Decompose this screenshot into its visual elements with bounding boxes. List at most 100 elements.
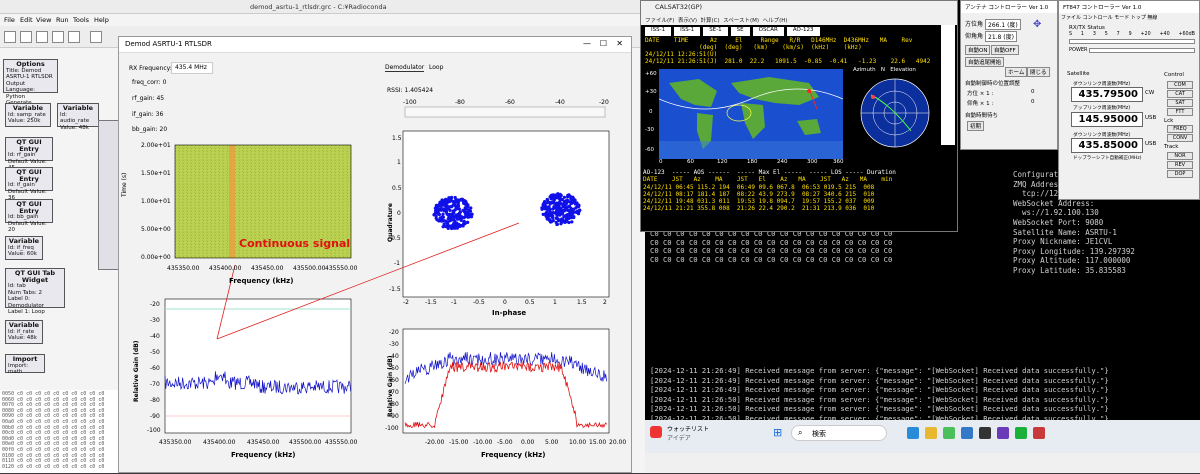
conv-lock-button[interactable]: CONV (1167, 134, 1193, 142)
outlook-icon[interactable] (961, 427, 973, 439)
menu-file[interactable]: File (4, 16, 15, 24)
third-frequency[interactable]: 435.85000 (1071, 138, 1143, 153)
map-xtick: 300 (807, 159, 818, 165)
taskbar-search-box[interactable]: ⌕ 検索 (791, 425, 887, 441)
app-icon[interactable] (997, 427, 1009, 439)
spec-ytick: -60 (150, 365, 160, 372)
constellation-point (445, 201, 449, 205)
sat-tab[interactable]: SE (730, 27, 750, 36)
third-mode: USB (1145, 141, 1157, 147)
block-import[interactable]: Import Import: math (5, 354, 45, 375)
calsat-menu-file[interactable]: ファイル(F) (645, 18, 674, 24)
block-entry-bb-gain[interactable]: QT GUI Entry Id: bb_gain Default Value: … (5, 199, 53, 233)
log-line: [2024-12-11 21:26:49] Received message f… (650, 366, 1109, 375)
block-title: Variable (8, 237, 40, 245)
menu-tools[interactable]: Tools (73, 16, 89, 24)
ft847-menu[interactable]: ファイル (1061, 15, 1081, 21)
close-button[interactable]: 閉じる (1027, 67, 1050, 77)
sat-button[interactable]: SAT (1167, 99, 1193, 107)
auto-on-button[interactable]: 自動ON (965, 45, 991, 55)
constellation-point (562, 215, 566, 219)
ft847-menu[interactable]: モード (1114, 15, 1129, 21)
doppler-label: ドップラーシフト自動補正(MHz) (1073, 156, 1142, 161)
auto-off-button[interactable]: 自動OFF (991, 45, 1019, 55)
sat-tab[interactable]: AO-123 (786, 27, 820, 36)
pass-row[interactable]: 24/12/11 19:48 031.3 011 19:53 19.8 094.… (643, 198, 874, 205)
calsat-window: CALSAT32(GP) ファイル(F) 表示(V) 計算(C) スペースト(M… (640, 0, 958, 232)
constellation-point (459, 197, 463, 201)
calsat-title: CALSAT32(GP) (655, 3, 703, 11)
line-icon[interactable] (1015, 427, 1027, 439)
block-variable-if-freq[interactable]: Variable Id: if_freq Value: 60k (5, 236, 43, 260)
menu-help[interactable]: Help (94, 16, 109, 24)
dspec-xtick: 15.00 (589, 439, 607, 446)
block-variable-if-rate[interactable]: Variable Id: if_rate Value: 48k (5, 320, 43, 344)
nor-button[interactable]: NOR (1167, 152, 1193, 160)
constellation-point (437, 219, 441, 223)
home-button[interactable]: ホーム (1005, 67, 1028, 77)
rev-button[interactable]: REV (1167, 161, 1193, 169)
pass-row[interactable]: 24/12/11 21:21 355.8 008 21:26 22.4 290.… (643, 205, 874, 212)
ft847-menu[interactable]: コントロール (1083, 15, 1113, 21)
downlink-frequency[interactable]: 435.79500 (1071, 87, 1143, 102)
save-icon[interactable] (36, 31, 48, 43)
print-icon[interactable] (52, 31, 64, 43)
cat-button[interactable]: CAT (1167, 90, 1193, 98)
dspec-ytick: -90 (389, 413, 399, 420)
direction-arrows-icon[interactable]: ✥ (1033, 19, 1053, 45)
app-icon[interactable] (1033, 427, 1045, 439)
edge-icon[interactable] (907, 427, 919, 439)
watchlist-label[interactable]: ウォッチリスト (667, 424, 709, 433)
menu-view[interactable]: View (36, 16, 51, 24)
block-partial-hidden[interactable] (98, 120, 120, 270)
dop-button[interactable]: DOP (1167, 170, 1193, 178)
spec-ytick: -20 (150, 301, 160, 308)
menu-run[interactable]: Run (56, 16, 68, 24)
uplink-frequency[interactable]: 145.95000 (1071, 112, 1143, 127)
calsat-menu-view[interactable]: 表示(V) (678, 18, 697, 24)
dspec-ytick: -20 (389, 329, 399, 336)
meter-tick: +20 (1140, 32, 1151, 37)
weather-icon[interactable] (650, 426, 662, 438)
block-entry-rf-gain[interactable]: QT GUI Entry Id: rf_gain Default Value: … (5, 137, 53, 171)
constellation-point (465, 212, 469, 216)
constellation-point (447, 212, 451, 216)
explorer-icon[interactable] (925, 427, 937, 439)
block-variable-audio-rate[interactable]: Variable Id: audio_rate Value: 48k (57, 103, 99, 131)
calsat-menu-space[interactable]: スペースト(M) (723, 18, 759, 24)
calsat-menu-help[interactable]: ヘルプ(H) (763, 18, 788, 24)
freq-lock-button[interactable]: FREQ (1167, 125, 1193, 133)
com-button[interactable]: COM (1167, 81, 1193, 89)
el-value: 21.8 (度) (985, 31, 1017, 42)
terminal-icon[interactable] (979, 427, 991, 439)
az-adjust-value: 0 (1031, 89, 1035, 95)
open-icon[interactable] (20, 31, 32, 43)
wf-xtick: 435350.00 (167, 265, 200, 272)
block-variable-samp-rate[interactable]: Variable Id: samp_rate Value: 250k (5, 103, 51, 127)
block-tab-widget[interactable]: QT GUI Tab Widget Id: tab Num Tabs: 2 La… (5, 268, 65, 315)
block-options[interactable]: Options Title: Demod ASRTU-1 RTLSDR Outp… (3, 59, 58, 113)
sat-tab[interactable]: ISS-1 (674, 27, 701, 36)
windows-start-icon[interactable]: ⊞ (773, 426, 782, 439)
spec-ytick: -100 (147, 427, 161, 434)
pass-row[interactable]: 24/12/11 06:45 115.2 194 06:49 09.6 067.… (643, 184, 874, 191)
new-icon[interactable] (4, 31, 16, 43)
menu-edit[interactable]: Edit (20, 16, 33, 24)
block-entry-if-gain[interactable]: QT GUI Entry Id: if_gain Default Value: … (5, 167, 53, 201)
ftt-button[interactable]: FTT (1167, 108, 1193, 116)
reset-button[interactable]: 初期 (967, 121, 985, 131)
wf-xtick: 435450.00 (251, 265, 284, 272)
sat-tab[interactable]: OSCAR (752, 27, 784, 36)
map-ytick: 0 (649, 109, 653, 115)
sat-tab[interactable]: ISS-1 (645, 27, 672, 36)
calsat-side-checklist[interactable] (941, 25, 955, 145)
chrome-icon[interactable] (943, 427, 955, 439)
sat-tab[interactable]: SE-1 (703, 27, 728, 36)
world-map (659, 69, 843, 159)
close-icon[interactable] (68, 31, 80, 43)
auto-track-button[interactable]: 自動追尾開始 (965, 57, 1005, 67)
calsat-menu-calc[interactable]: 計算(C) (701, 18, 720, 24)
cut-icon[interactable] (90, 31, 102, 43)
pass-row[interactable]: 24/12/11 08:17 181.4 187 08:22 43.9 273.… (643, 191, 874, 198)
ft847-menu[interactable]: トップ 無線 (1131, 15, 1158, 21)
